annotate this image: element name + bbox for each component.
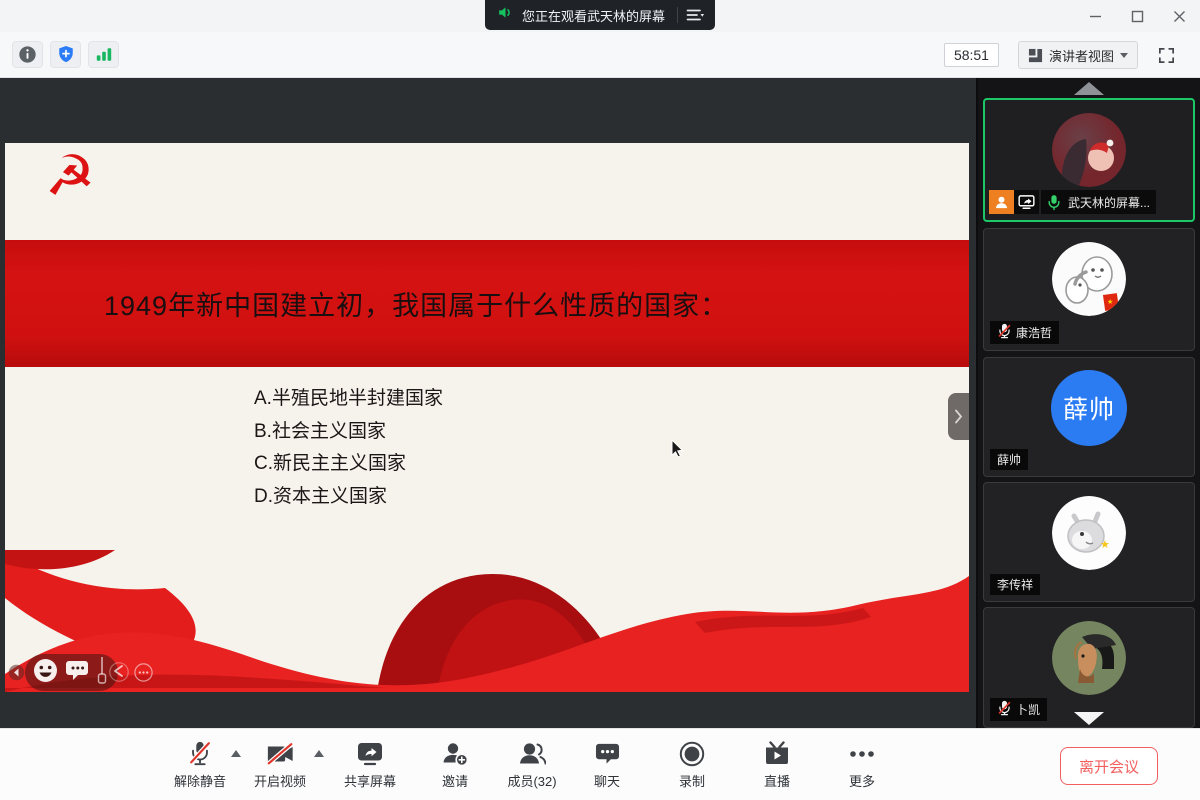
svg-text:★: ★: [1107, 298, 1113, 306]
option-d: D.资本主义国家: [254, 481, 443, 514]
minimize-button[interactable]: [1074, 0, 1116, 32]
watching-banner: 您正在观看武天林的屏幕: [485, 0, 715, 30]
option-b: B.社会主义国家: [254, 416, 443, 449]
participant-namebar: 薛帅: [990, 449, 1028, 470]
chevron-down-icon: [1120, 53, 1128, 58]
collapse-left-icon[interactable]: [8, 664, 25, 681]
mouse-cursor: [671, 439, 684, 463]
participant-tile-bukai[interactable]: 卜凯: [983, 607, 1195, 728]
meeting-app-window: 您正在观看武天林的屏幕: [0, 0, 1200, 800]
svg-text:★: ★: [1100, 539, 1110, 551]
view-selector[interactable]: 演讲者视图: [1018, 41, 1138, 69]
maximize-button[interactable]: [1116, 0, 1158, 32]
avatar-initials: 薛帅: [1051, 370, 1127, 446]
undo-icon[interactable]: [108, 661, 130, 683]
shared-screen-area: ☭ 1949年新中国建立初，我国属于什么性质的国家： A.半殖民地半封建国家 B…: [0, 78, 976, 728]
view-selector-label: 演讲者视图: [1049, 46, 1114, 65]
sidebar-collapse-handle[interactable]: [948, 393, 969, 440]
members-icon: [518, 740, 546, 767]
start-video-button[interactable]: 开启视频: [242, 740, 318, 790]
fullscreen-button[interactable]: [1157, 46, 1176, 65]
network-signal-icon[interactable]: [88, 41, 119, 68]
pill-divider: [677, 7, 678, 23]
emoji-reaction-icon[interactable]: [32, 657, 59, 684]
stage: ☭ 1949年新中国建立初，我国属于什么性质的国家： A.半殖民地半封建国家 B…: [0, 78, 1200, 728]
mic-muted-icon: [187, 740, 213, 767]
pointer-tool-icon[interactable]: [96, 656, 108, 686]
participant-name: 康浩哲: [1016, 324, 1052, 341]
speaker-icon: [497, 4, 514, 26]
scroll-up-arrow[interactable]: [1074, 82, 1104, 95]
share-screen-icon: [357, 740, 383, 767]
mic-muted-icon: [997, 700, 1012, 719]
participant-name: 卜凯: [1016, 701, 1040, 718]
option-c: C.新民主主义国家: [254, 448, 443, 481]
leave-meeting-button[interactable]: 离开会议: [1060, 747, 1158, 785]
annotation-toolbar: [8, 654, 160, 691]
avatar: [1052, 621, 1126, 695]
layout-icon: [1028, 48, 1043, 63]
chat-button[interactable]: 聊天: [569, 740, 645, 790]
meeting-timer: 58:51: [944, 43, 999, 67]
meeting-toolbar: 58:51 演讲者视图: [0, 32, 1200, 78]
scroll-down-arrow[interactable]: [1074, 712, 1104, 725]
avatar: ★: [1052, 242, 1126, 316]
unmute-button[interactable]: 解除静音: [162, 740, 238, 790]
meeting-info-icon[interactable]: [12, 41, 43, 68]
live-tv-icon: [764, 740, 790, 767]
question-banner: 1949年新中国建立初，我国属于什么性质的国家：: [5, 240, 969, 367]
participant-tile-xueshuai[interactable]: 薛帅 薛帅: [983, 357, 1195, 477]
live-stream-button[interactable]: 直播: [739, 740, 815, 790]
chat-icon: [595, 740, 620, 767]
avatar: [1052, 113, 1126, 187]
participant-name: 薛帅: [997, 451, 1021, 468]
more-dots-icon: [847, 740, 877, 767]
participants-sidebar: 武天林的屏幕... ★ 康浩哲 薛帅: [978, 78, 1200, 728]
invite-button[interactable]: 邀请: [417, 740, 493, 790]
camera-muted-icon: [266, 740, 295, 767]
mic-muted-icon: [997, 323, 1012, 342]
members-button[interactable]: 成员(32): [494, 740, 570, 790]
question-text: 1949年新中国建立初，我国属于什么性质的国家：: [104, 284, 728, 323]
security-shield-icon[interactable]: [50, 41, 81, 68]
titlebar: 您正在观看武天林的屏幕: [0, 0, 1200, 32]
option-a: A.半殖民地半封建国家: [254, 383, 443, 416]
avatar: 薛帅: [1051, 370, 1127, 446]
participant-tile-wutianlin[interactable]: 武天林的屏幕...: [983, 98, 1195, 222]
watching-title: 您正在观看武天林的屏幕: [522, 6, 665, 25]
participant-namebar: 卜凯: [990, 698, 1047, 721]
close-button[interactable]: [1158, 0, 1200, 32]
more-annotation-icon[interactable]: [134, 663, 153, 682]
video-options-caret[interactable]: [314, 750, 324, 757]
participant-namebar: 康浩哲: [990, 321, 1059, 344]
bottom-toolbar: 解除静音 开启视频 共享屏幕 邀请 成员(32): [0, 728, 1200, 800]
mic-on-icon: [1041, 190, 1066, 214]
presentation-slide: ☭ 1949年新中国建立初，我国属于什么性质的国家： A.半殖民地半封建国家 B…: [5, 143, 969, 692]
record-button[interactable]: 录制: [654, 740, 730, 790]
participant-tile-kanghaozhe[interactable]: ★ 康浩哲: [983, 228, 1195, 351]
sharer-badges: 武天林的屏幕...: [989, 190, 1156, 214]
host-badge-icon: [989, 190, 1014, 214]
screen-share-badge-icon: [1014, 190, 1039, 214]
audio-options-caret[interactable]: [231, 750, 241, 757]
participant-namebar: 李传祥: [990, 574, 1040, 595]
party-emblem-icon: ☭: [45, 147, 95, 207]
chat-annotation-icon[interactable]: [65, 660, 90, 682]
invite-icon: [441, 740, 469, 767]
participant-name: 武天林的屏幕...: [1066, 190, 1156, 214]
answer-options: A.半殖民地半封建国家 B.社会主义国家 C.新民主主义国家 D.资本主义国家: [254, 383, 443, 513]
banner-menu-icon[interactable]: [686, 8, 705, 22]
participant-name: 李传祥: [997, 576, 1033, 593]
participant-tile-lichuanxiang[interactable]: ★ 李传祥: [983, 482, 1195, 602]
avatar: ★: [1052, 496, 1126, 570]
record-icon: [679, 740, 705, 767]
more-button[interactable]: 更多: [824, 740, 900, 790]
share-screen-button[interactable]: 共享屏幕: [332, 740, 408, 790]
